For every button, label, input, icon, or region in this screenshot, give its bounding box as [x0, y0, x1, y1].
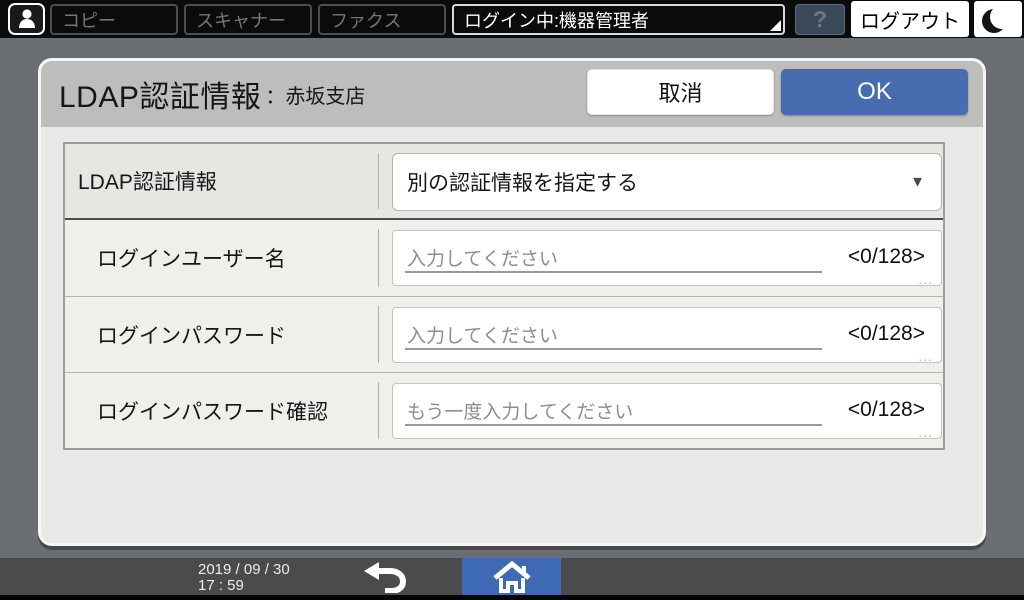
input-placeholder: もう一度入力してください: [407, 397, 633, 424]
cancel-label: 取消: [658, 76, 702, 108]
page-title-main: LDAP認証情報: [59, 72, 261, 116]
date-text: 2019 / 09 / 30: [198, 562, 290, 578]
user-icon: [17, 8, 37, 30]
logout-button[interactable]: ログアウト: [851, 1, 969, 37]
top-bar: コピー スキャナー ファクス ログイン中:機器管理者 ? ログアウト: [0, 0, 1024, 38]
back-arrow-icon: [363, 561, 407, 593]
tab-scanner-label: スキャナー: [196, 7, 286, 33]
login-username-label: ログインユーザー名: [65, 220, 379, 296]
ellipsis-icon: ...: [918, 424, 933, 440]
auth-method-select[interactable]: 別の認証情報を指定する ▼: [392, 153, 942, 211]
login-password-input[interactable]: 入力してください <0/128> ...: [392, 307, 942, 363]
cancel-button[interactable]: 取消: [587, 69, 774, 115]
ok-button[interactable]: OK: [781, 69, 968, 115]
ellipsis-icon: ...: [918, 348, 933, 364]
logout-label: ログアウト: [860, 5, 960, 34]
datetime: 2019 / 09 / 30 17 : 59: [198, 562, 290, 594]
input-placeholder: 入力してください: [407, 244, 558, 271]
time-text: 17 : 59: [198, 578, 290, 594]
tab-copy-label: コピー: [62, 7, 116, 33]
input-underline: [405, 348, 822, 350]
input-underline: [405, 271, 822, 273]
page-title: LDAP認証情報 ：赤坂支店: [59, 61, 365, 127]
page-title-sub: ：赤坂支店: [265, 80, 365, 109]
chevron-down-icon: ▼: [910, 174, 925, 191]
dropdown-corner-icon: [770, 20, 781, 31]
char-counter: <0/128>: [848, 245, 925, 269]
tab-copy[interactable]: コピー: [50, 4, 178, 35]
tab-fax[interactable]: ファクス: [318, 4, 446, 35]
home-button[interactable]: [462, 558, 561, 595]
tab-scanner[interactable]: スキャナー: [184, 4, 312, 35]
night-mode-button[interactable]: [974, 1, 1022, 37]
ellipsis-icon: ...: [918, 271, 933, 287]
input-underline: [405, 424, 822, 426]
login-password-confirm-row: ログインパスワード確認 もう一度入力してください <0/128> ...: [65, 372, 943, 448]
login-status-dropdown[interactable]: ログイン中:機器管理者: [452, 4, 785, 35]
bottom-bar: 2019 / 09 / 30 17 : 59: [0, 558, 1024, 600]
input-placeholder: 入力してください: [407, 321, 558, 348]
login-password-label: ログインパスワード: [65, 297, 379, 372]
back-button[interactable]: [352, 558, 418, 595]
auth-method-value: 別の認証情報を指定する: [407, 167, 638, 197]
settings-table: LDAP認証情報 別の認証情報を指定する ▼ ログインユーザー名 入力してくださ…: [63, 142, 945, 450]
tab-fax-label: ファクス: [330, 7, 401, 33]
login-username-input[interactable]: 入力してください <0/128> ...: [392, 230, 942, 286]
login-username-row: ログインユーザー名 入力してください <0/128> ...: [65, 220, 943, 296]
login-status-label: ログイン中:機器管理者: [464, 7, 649, 33]
question-mark-icon: ?: [813, 6, 827, 33]
login-password-confirm-input[interactable]: もう一度入力してください <0/128> ...: [392, 383, 942, 439]
home-icon: [491, 561, 533, 593]
crescent-moon-icon: [990, 5, 1014, 29]
login-password-row: ログインパスワード 入力してください <0/128> ...: [65, 296, 943, 372]
user-button[interactable]: [8, 3, 45, 35]
dialog-header: LDAP認証情報 ：赤坂支店 取消 OK: [41, 61, 983, 127]
login-password-confirm-label: ログインパスワード確認: [65, 373, 379, 448]
ok-label: OK: [857, 78, 892, 106]
char-counter: <0/128>: [848, 398, 925, 422]
ldap-auth-dialog: LDAP認証情報 ：赤坂支店 取消 OK LDAP認証情報 別の認証情報を指定す…: [38, 58, 986, 546]
help-button[interactable]: ?: [795, 4, 845, 35]
auth-method-row: LDAP認証情報 別の認証情報を指定する ▼: [65, 144, 943, 220]
char-counter: <0/128>: [848, 322, 925, 346]
auth-method-label: LDAP認証情報: [65, 144, 379, 218]
